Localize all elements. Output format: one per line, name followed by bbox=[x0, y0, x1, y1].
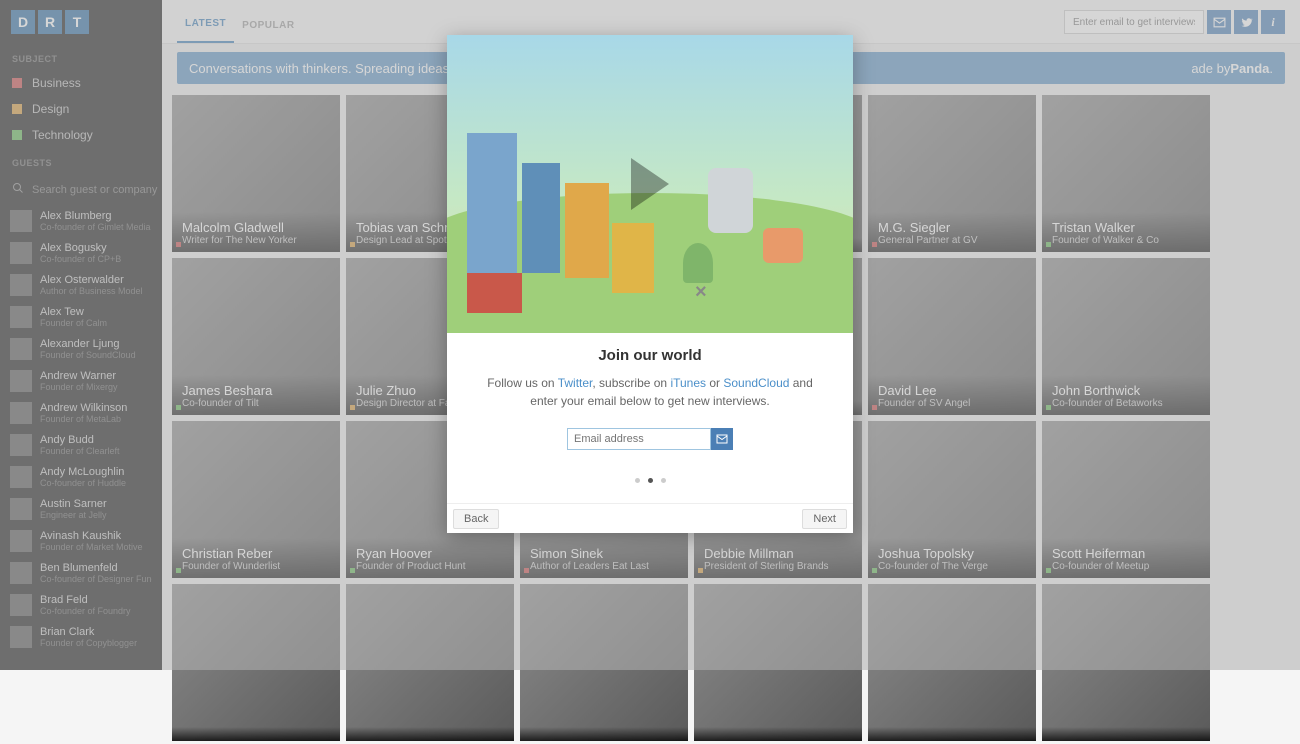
back-button[interactable]: Back bbox=[453, 509, 499, 529]
pagination-dots bbox=[467, 478, 833, 483]
modal-hero-illustration[interactable]: × bbox=[447, 35, 853, 333]
dot[interactable] bbox=[635, 478, 640, 483]
card-overlay bbox=[868, 727, 1036, 741]
card-overlay bbox=[1042, 727, 1210, 741]
card-overlay bbox=[346, 727, 514, 741]
play-icon[interactable] bbox=[631, 158, 669, 210]
modal-description: Follow us on Twitter, subscribe on iTune… bbox=[467, 374, 833, 410]
next-button[interactable]: Next bbox=[802, 509, 847, 529]
modal-email-submit[interactable] bbox=[711, 428, 733, 450]
card-overlay bbox=[520, 727, 688, 741]
modal-email-row bbox=[467, 428, 833, 450]
modal-overlay[interactable]: × Join our world Follow us on Twitter, s… bbox=[0, 0, 1300, 670]
modal-title: Join our world bbox=[467, 347, 833, 364]
onboarding-modal: × Join our world Follow us on Twitter, s… bbox=[447, 35, 853, 533]
modal-body: Join our world Follow us on Twitter, sub… bbox=[447, 333, 853, 503]
card-overlay bbox=[694, 727, 862, 741]
soundcloud-link[interactable]: SoundCloud bbox=[723, 376, 789, 390]
twitter-link[interactable]: Twitter bbox=[558, 376, 593, 390]
itunes-link[interactable]: iTunes bbox=[670, 376, 706, 390]
dot-active[interactable] bbox=[648, 478, 653, 483]
modal-email-input[interactable] bbox=[567, 428, 711, 450]
card-overlay bbox=[172, 727, 340, 741]
modal-footer: Back Next bbox=[447, 503, 853, 533]
close-icon[interactable]: × bbox=[695, 281, 713, 299]
dot[interactable] bbox=[661, 478, 666, 483]
